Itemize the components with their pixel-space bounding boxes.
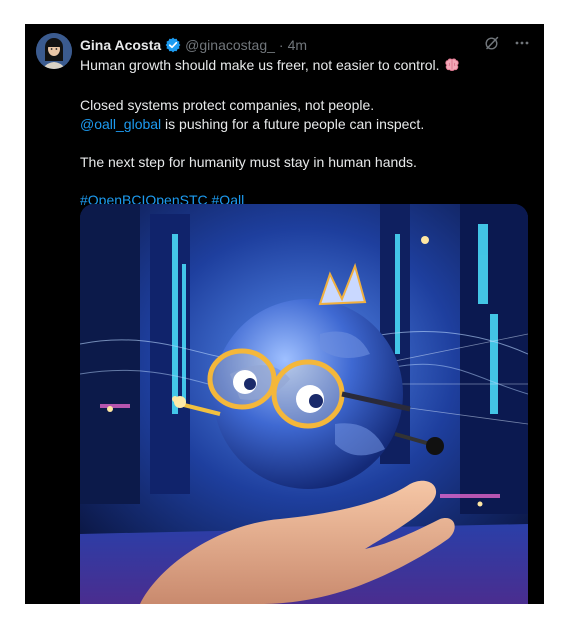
tweet-line: @oall_global is pushing for a future peo… <box>80 115 530 134</box>
tweet-line: Human growth should make us freer, not e… <box>80 56 530 77</box>
grok-icon[interactable] <box>484 35 500 51</box>
user-avatar[interactable] <box>36 33 72 69</box>
tweet-media-image[interactable] <box>80 204 528 604</box>
tweet-text: Human growth should make us freer, not e… <box>80 56 530 210</box>
tweet-card[interactable]: Gina Acosta @ginacostag_ · 4m Human grow… <box>25 24 544 604</box>
tweet-header: Gina Acosta @ginacostag_ · 4m <box>80 36 307 54</box>
timestamp[interactable]: 4m <box>288 37 307 53</box>
separator-dot: · <box>278 37 284 53</box>
user-handle[interactable]: @ginacostag_ <box>185 37 275 53</box>
more-icon[interactable] <box>514 35 530 51</box>
top-actions <box>484 35 530 51</box>
brain-emoji-icon <box>444 58 460 77</box>
tweet-line-text: is pushing for a future people can inspe… <box>161 116 425 132</box>
display-name[interactable]: Gina Acosta <box>80 37 161 53</box>
mention-link[interactable]: @oall_global <box>80 116 161 132</box>
tweet-line: The next step for humanity must stay in … <box>80 154 417 170</box>
tweet-line: Closed systems protect companies, not pe… <box>80 97 375 113</box>
verified-badge-icon <box>165 37 181 53</box>
tweet-line-text: Human growth should make us freer, not e… <box>80 57 440 73</box>
